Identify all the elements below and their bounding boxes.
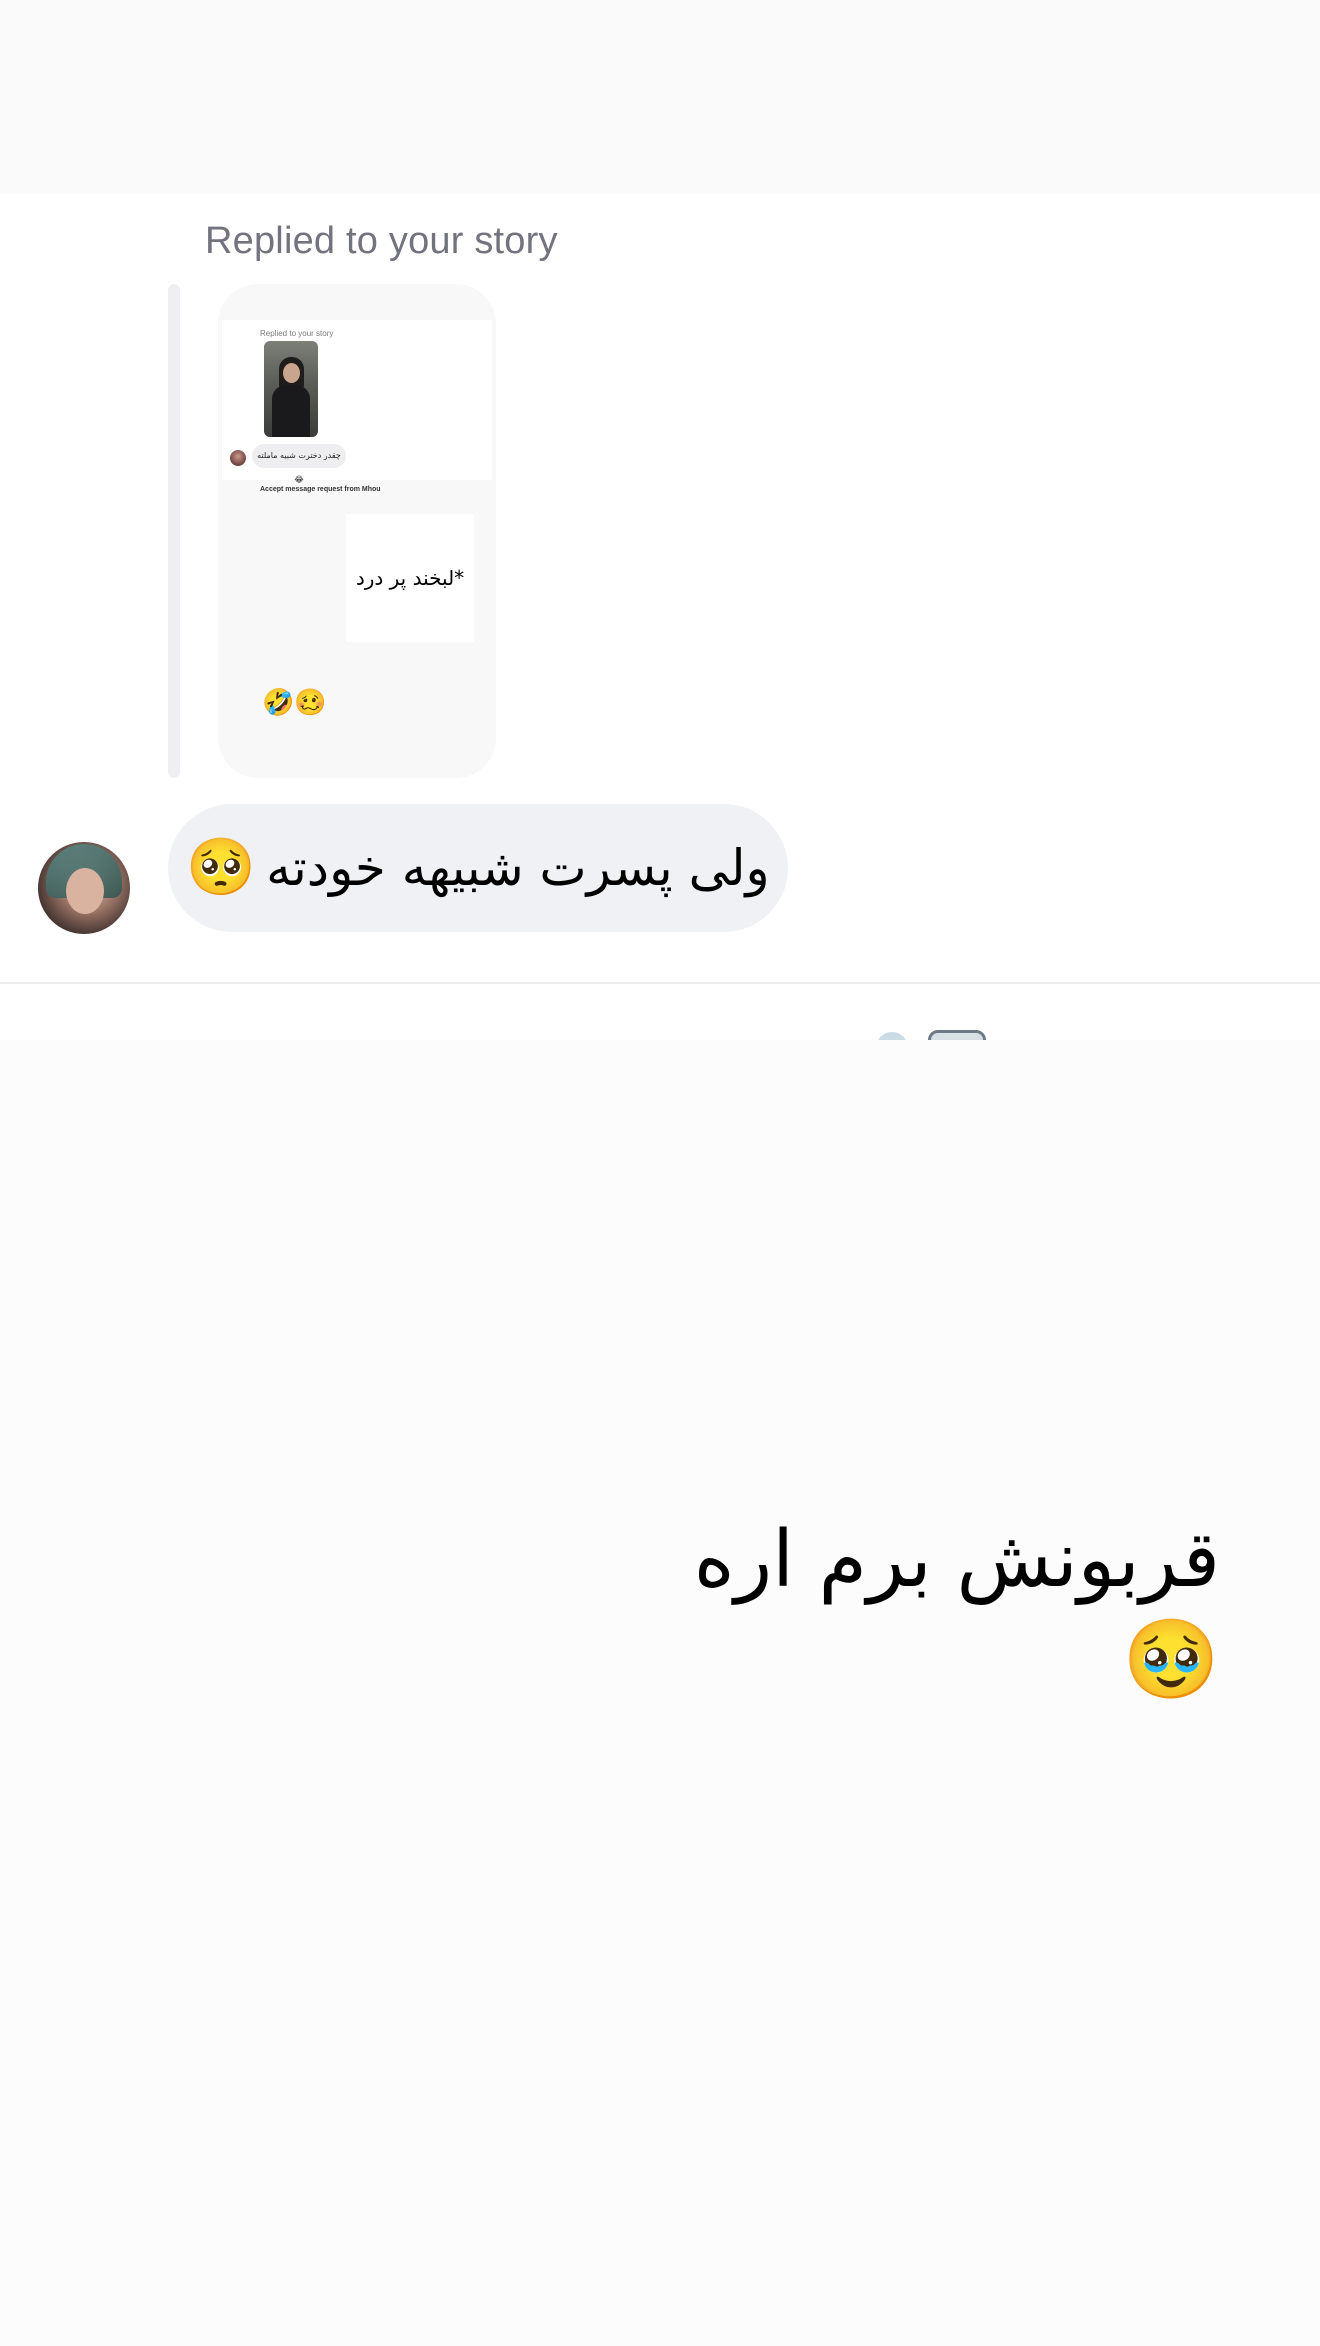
mini-avatar: [230, 450, 246, 466]
top-header-area: [0, 0, 1320, 194]
message-bubble[interactable]: 🥺 ولی پسرت شبیهه خودته: [168, 804, 788, 932]
mini-person-face: [283, 363, 300, 383]
partial-icon: [876, 1032, 908, 1040]
reply-indicator-bar: [168, 284, 180, 778]
overlay-caption: قربونش برم اره🥹: [693, 1515, 1220, 1705]
replied-to-story-label: Replied to your story: [205, 220, 558, 262]
pleading-face-emoji: 🥺: [186, 835, 257, 900]
mini-message-bubble: چقدر دخترت شبیه ماملته 😂: [252, 444, 346, 484]
mini-text-sticker: *لبخند پر درد: [346, 514, 474, 642]
mini-emoji-row: 🤣🥴: [262, 688, 327, 718]
mini-story-photo: [264, 341, 318, 437]
sender-avatar[interactable]: [38, 842, 130, 934]
mini-replied-label: Replied to your story: [260, 329, 334, 338]
partial-keyboard-icon: [928, 1030, 986, 1040]
avatar-face: [66, 868, 104, 914]
mini-person-body: [272, 385, 310, 437]
message-text: ولی پسرت شبیهه خودته: [266, 839, 770, 897]
story-preview-card[interactable]: Replied to your story چقدر دخترت شبیه ما…: [218, 284, 496, 778]
cropped-content-strip: [0, 984, 1320, 1040]
mini-accept-request-text: Accept message request from Mhou: [260, 486, 381, 493]
